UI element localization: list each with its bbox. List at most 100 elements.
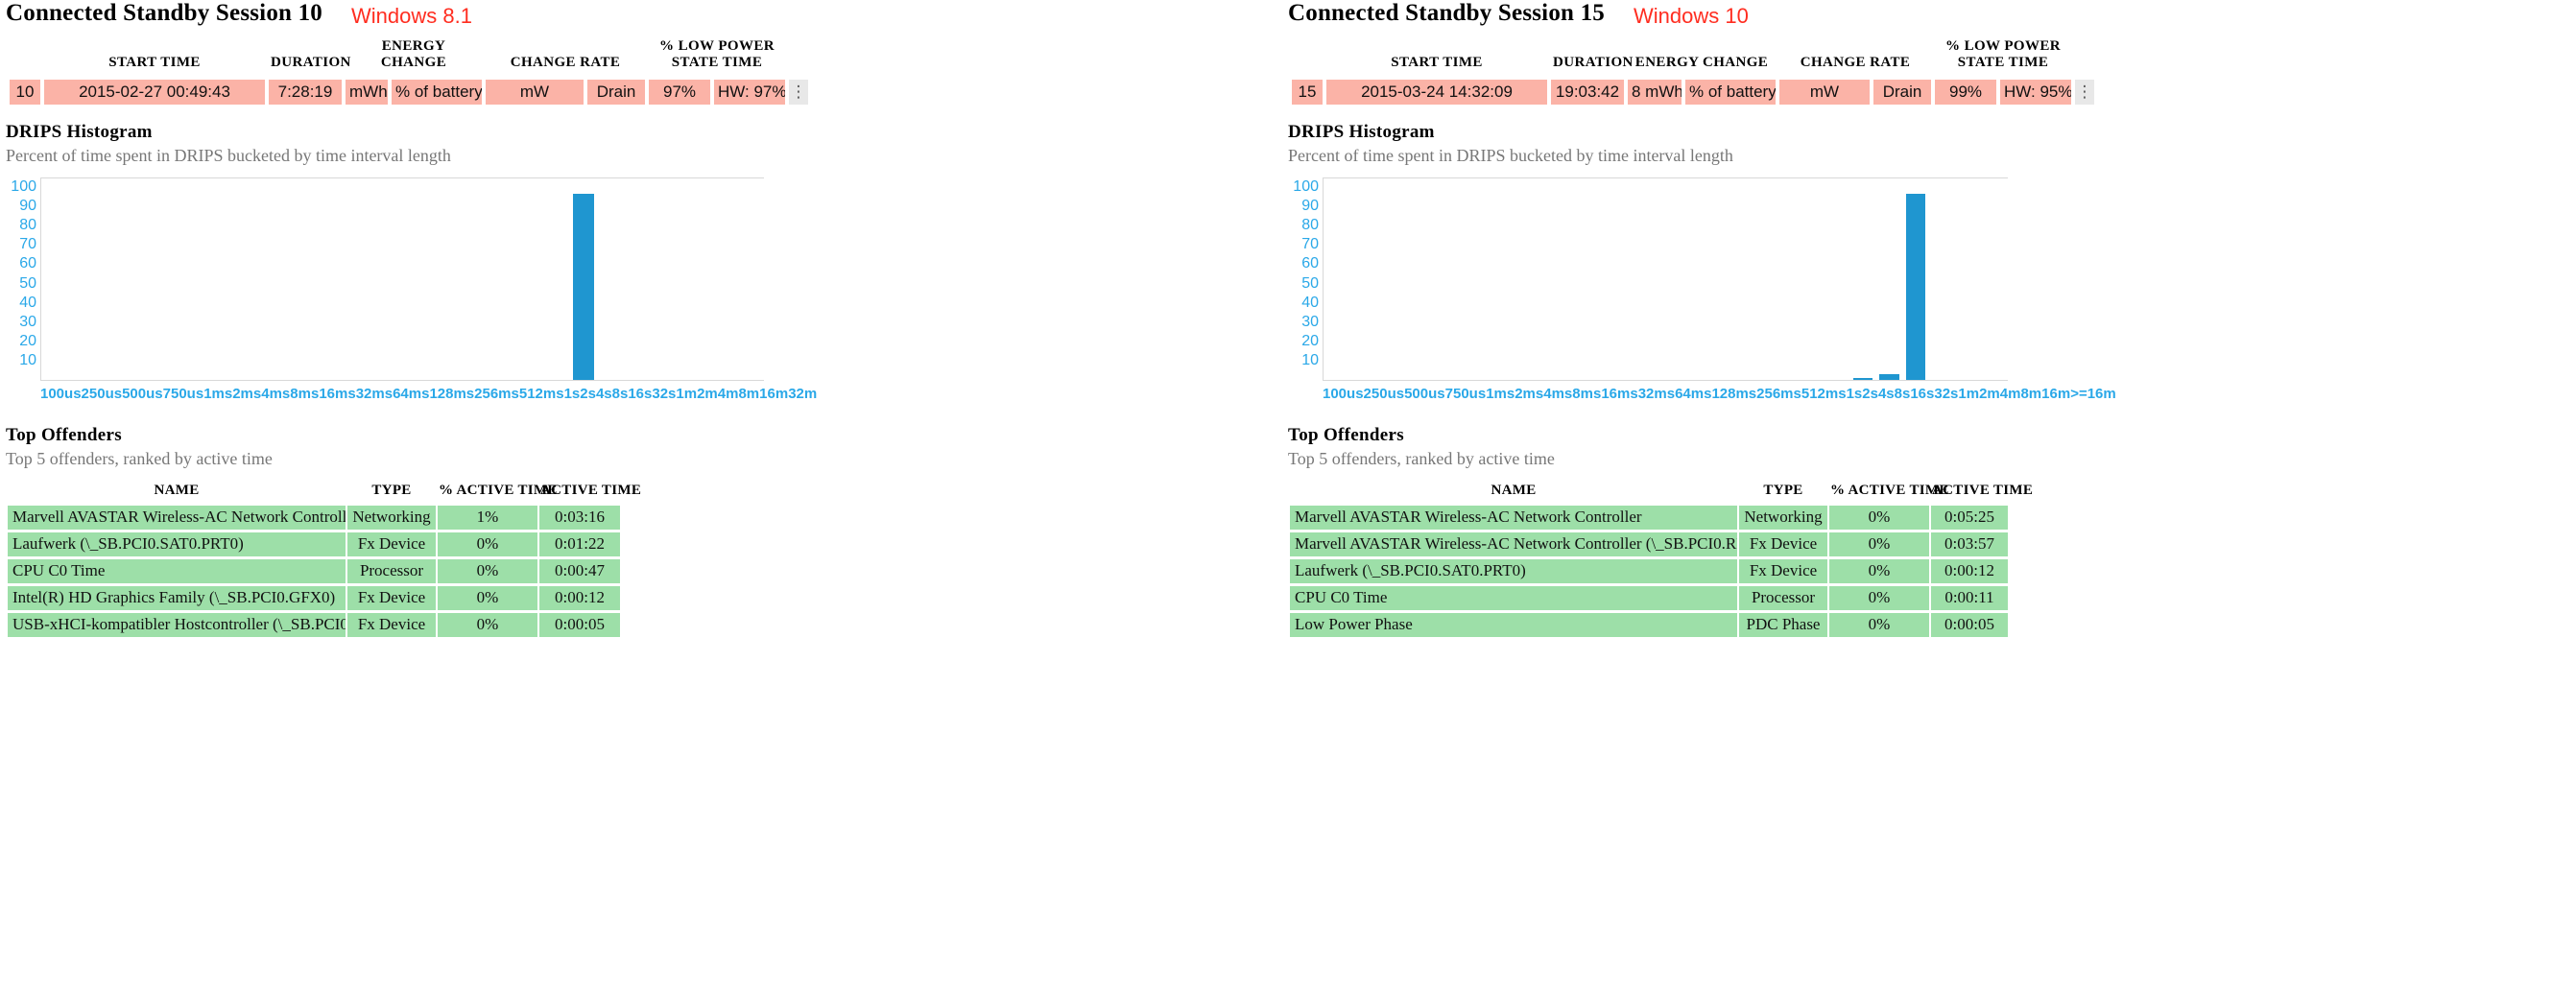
kebab-menu-icon[interactable]: ⋮ — [789, 79, 809, 105]
chart-x-tick: 64ms — [1675, 385, 1712, 402]
chart-x-tick: 1m — [1958, 385, 1980, 402]
chart-y-tick: 60 — [19, 255, 36, 272]
table-row[interactable]: Laufwerk (\_SB.PCI0.SAT0.PRT0) Fx Device 0… — [1290, 558, 2008, 583]
chart-bar-slot — [1561, 178, 1586, 380]
col-index — [10, 36, 40, 80]
col-index — [1292, 36, 1323, 80]
offender-type-cell: PDC Phase — [1739, 612, 1827, 637]
chart-x-tick: 256ms — [474, 385, 519, 402]
chart-x-tick: 2m — [697, 385, 718, 402]
page-title: Connected Standby Session 10 — [6, 0, 322, 26]
chart-y-tick: 10 — [19, 352, 36, 369]
offender-type-cell: Processor — [1739, 585, 1827, 610]
chart-bar-slot — [1482, 178, 1508, 380]
table-row[interactable]: 10 2015-02-27 00:49:43 7:28:19 mWh % of … — [10, 79, 809, 105]
chart-bar-slot — [292, 178, 320, 380]
chart-x-tick: 2s — [1862, 385, 1878, 402]
chart-x-tick: 500us — [1404, 385, 1445, 402]
chart-bar-slot — [1508, 178, 1534, 380]
chart-x-tick: 2s — [580, 385, 596, 402]
chart-bar[interactable] — [573, 193, 594, 380]
chart-bar[interactable] — [1905, 193, 1926, 380]
chart-bar-slot — [1824, 178, 1849, 380]
kebab-menu-icon[interactable]: ⋮ — [2075, 79, 2095, 105]
table-row[interactable]: Intel(R) HD Graphics Family (\_SB.PCI0.G… — [8, 585, 620, 610]
chart-y-tick: 40 — [19, 294, 36, 311]
col-energy-change: ENERGY CHANGE — [1634, 55, 1769, 71]
chart-x-tick: 8m — [738, 385, 760, 402]
chart-bar[interactable] — [1879, 373, 1899, 380]
table-row[interactable]: 15 2015-03-24 14:32:09 19:03:42 8 mWh % … — [1292, 79, 2095, 105]
offender-active-percent-cell: 0% — [1829, 505, 1929, 530]
offender-name-cell: Marvell AVASTAR Wireless-AC Network Cont… — [1290, 531, 1737, 556]
table-row[interactable]: CPU C0 Time Processor 0% 0:00:47 — [8, 558, 620, 583]
drips-histogram-chart-left: 10 20 30 40 50 60 70 80 90 100 100us 250us 500us 750… — [6, 177, 817, 408]
col-active-percent: % ACTIVE TIME — [439, 482, 558, 498]
chart-x-tick: 1s — [563, 385, 581, 402]
table-row[interactable]: Laufwerk (\_SB.PCI0.SAT0.PRT0) Fx Device 0… — [8, 531, 620, 556]
session-low-power-percent-cell: 99% — [1935, 79, 1996, 105]
chart-x-tick: 8s — [611, 385, 629, 402]
chart-x-tick: 32ms — [355, 385, 394, 402]
offender-type-cell: Fx Device — [1739, 558, 1827, 583]
session-low-power-hw-cell: HW: 97% — [714, 79, 786, 105]
chart-y-tick: 50 — [1301, 274, 1319, 292]
col-type: TYPE — [1763, 482, 1803, 498]
chart-bar-slot — [236, 178, 264, 380]
report-page: Connected Standby Session 10 Windows 8.1… — [0, 0, 2576, 992]
chart-y-tick: 20 — [19, 333, 36, 350]
chart-bar-slot — [1771, 178, 1797, 380]
chart-bar[interactable] — [1853, 377, 1873, 380]
offender-name-cell: Laufwerk (\_SB.PCI0.SAT0.PRT0) — [8, 531, 346, 556]
chart-x-tick: 500us — [122, 385, 163, 402]
chart-y-tick: 90 — [19, 197, 36, 214]
offenders-subtitle: Top 5 offenders, ranked by active time — [6, 448, 273, 468]
chart-bar-slot — [1455, 178, 1481, 380]
drips-histogram-chart-right: 10 20 30 40 50 60 70 80 90 100 100us 250us 500us 750… — [1288, 177, 2116, 408]
offender-active-time-cell: 0:00:47 — [539, 558, 620, 583]
chart-y-tick: 50 — [19, 274, 36, 292]
session-index-cell: 15 — [1292, 79, 1323, 105]
chart-y-tick: 30 — [1301, 313, 1319, 330]
table-row[interactable]: Marvell AVASTAR Wireless-AC Network Cont… — [1290, 505, 2008, 530]
table-row[interactable]: CPU C0 Time Processor 0% 0:00:11 — [1290, 585, 2008, 610]
chart-bar-slot — [1876, 178, 1902, 380]
chart-x-tick: 16m — [759, 385, 789, 402]
chart-x-tick: 4ms — [1543, 385, 1573, 402]
chart-x-axis: 100us 250us 500us 750us 1ms 2ms 4ms 8ms 16ms 32ms… — [1323, 385, 2116, 402]
session-rate-unit-cell: mW — [1779, 79, 1870, 105]
session-header-row: START TIME DURATION ENERGY CHANGE CHANGE… — [1292, 36, 2094, 80]
chart-bar-slot — [264, 178, 292, 380]
chart-bar-slot — [541, 178, 569, 380]
offender-active-percent-cell: 0% — [438, 612, 537, 637]
chart-y-axis: 10 20 30 40 50 60 70 80 90 100 — [1288, 177, 1323, 381]
chart-bar-slot — [1639, 178, 1665, 380]
histogram-subtitle: Percent of time spent in DRIPS bucketed … — [6, 145, 451, 165]
histogram-subtitle: Percent of time spent in DRIPS bucketed … — [1288, 145, 1733, 165]
chart-y-tick: 100 — [1293, 177, 1319, 195]
chart-y-tick: 40 — [1301, 294, 1319, 311]
chart-x-tick: 2m — [1979, 385, 2000, 402]
offender-active-time-cell: 0:00:05 — [539, 612, 620, 637]
chart-bar-slot — [736, 178, 764, 380]
table-row[interactable]: USB-xHCI-kompatibler Hostcontroller (\_S… — [8, 612, 620, 637]
offender-active-percent-cell: 0% — [438, 558, 537, 583]
offenders-header-row: NAME TYPE % ACTIVE TIME ACTIVE TIME — [8, 482, 640, 503]
chart-y-tick: 90 — [1301, 197, 1319, 214]
chart-x-tick: 32ms — [1637, 385, 1676, 402]
chart-x-tick: 4ms — [261, 385, 291, 402]
table-row[interactable]: Low Power Phase PDC Phase 0% 0:00:05 — [1290, 612, 2008, 637]
chart-x-axis: 100us 250us 500us 750us 1ms 2ms 4ms 8ms 16ms 32ms… — [40, 385, 817, 402]
chart-plot-area — [40, 177, 764, 381]
col-change-rate: CHANGE RATE — [510, 55, 621, 71]
os-annotation-label: Windows 10 — [1633, 4, 1749, 28]
offender-active-percent-cell: 0% — [1829, 585, 1929, 610]
offender-name-cell: Marvell AVASTAR Wireless-AC Network Cont… — [1290, 505, 1737, 530]
table-row[interactable]: Marvell AVASTAR Wireless-AC Network Cont… — [8, 505, 620, 530]
chart-bar-slot — [1955, 178, 1981, 380]
table-row[interactable]: Marvell AVASTAR Wireless-AC Network Cont… — [1290, 531, 2008, 556]
offender-active-percent-cell: 1% — [438, 505, 537, 530]
chart-x-tick: 4s — [1877, 385, 1895, 402]
offender-name-cell: Marvell AVASTAR Wireless-AC Network Cont… — [8, 505, 346, 530]
chart-x-tick: 128ms — [429, 385, 475, 402]
